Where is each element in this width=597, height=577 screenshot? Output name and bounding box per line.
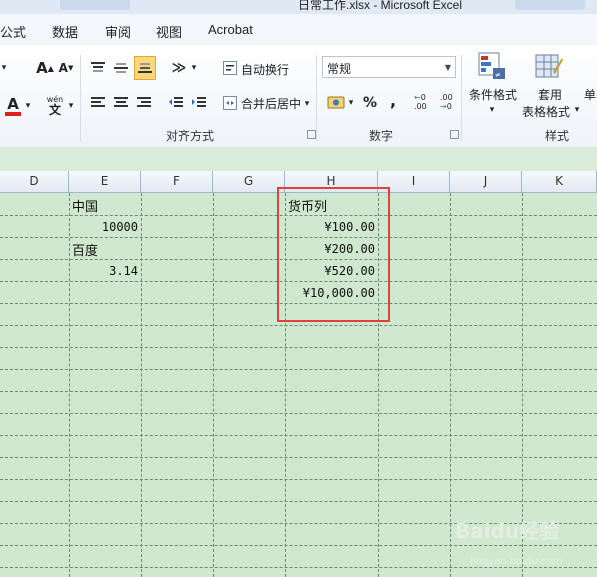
- increase-indent-icon[interactable]: [189, 93, 209, 113]
- row-gridline: [0, 391, 597, 392]
- conditional-format-dropdown-icon[interactable]: ▾: [487, 103, 497, 117]
- chevron-down-icon: ▼: [444, 63, 451, 72]
- inactive-window-tab: [515, 0, 585, 10]
- align-left-icon[interactable]: [88, 93, 108, 113]
- format-as-table-icon[interactable]: [534, 51, 564, 81]
- decrease-indent-icon[interactable]: [166, 93, 186, 113]
- ribbon-tabs: 公式 数据 审阅 视图 Acrobat: [0, 14, 597, 46]
- alignment-dialog-launcher-icon[interactable]: [307, 130, 316, 139]
- tab-review[interactable]: 审阅: [105, 22, 131, 41]
- decrease-decimal-button[interactable]: .00 →0: [440, 93, 460, 115]
- align-top-icon[interactable]: [88, 58, 108, 78]
- row-gridline: [0, 457, 597, 458]
- cell-styles-button[interactable]: 单: [584, 86, 596, 103]
- column-header-g[interactable]: G: [213, 171, 285, 193]
- phonetic-dropdown-icon[interactable]: ▾: [66, 97, 76, 115]
- row-gridline: [0, 325, 597, 326]
- format-as-table-button[interactable]: 表格格式: [522, 103, 570, 120]
- cell-e2[interactable]: 10000: [69, 220, 138, 234]
- orientation-icon[interactable]: ≫: [168, 58, 190, 78]
- row-gridline: [0, 567, 597, 568]
- cell-e1[interactable]: 中国: [72, 196, 98, 215]
- svg-text:≠: ≠: [495, 71, 501, 79]
- merge-center-dropdown-icon[interactable]: ▾: [303, 97, 311, 111]
- formula-bar[interactable]: [0, 147, 597, 172]
- increase-decimal-button[interactable]: ←0.00: [414, 93, 434, 115]
- row-gridline: [0, 413, 597, 414]
- cell-e4[interactable]: 3.14: [69, 264, 138, 278]
- conditional-format-button[interactable]: 条件格式: [469, 86, 517, 103]
- accounting-dropdown-icon[interactable]: ▾: [347, 96, 355, 110]
- decrease-decimal-text: .00: [440, 93, 453, 102]
- group-separator: [80, 55, 81, 141]
- window-title: 日常工作.xlsx - Microsoft Excel: [298, 0, 463, 12]
- row-gridline: [0, 435, 597, 436]
- tab-acrobat[interactable]: Acrobat: [208, 22, 253, 37]
- align-center-icon[interactable]: [111, 93, 131, 113]
- merge-center-icon[interactable]: [222, 95, 238, 111]
- phonetic-guide-icon[interactable]: wén 文: [44, 93, 66, 117]
- alignment-group-label: 对齐方式: [166, 129, 215, 143]
- row-gridline: [0, 369, 597, 370]
- tab-data[interactable]: 数据: [52, 22, 78, 41]
- styles-group-label: 样式: [545, 129, 570, 143]
- tab-view[interactable]: 视图: [156, 22, 182, 41]
- column-header-f[interactable]: F: [141, 171, 213, 193]
- column-gridline: [69, 193, 70, 577]
- group-separator: [461, 55, 462, 141]
- percent-style-button[interactable]: %: [363, 95, 377, 111]
- number-format-dropdown[interactable]: 常规 ▼: [322, 56, 456, 78]
- column-gridline: [450, 193, 451, 577]
- increase-decimal-text: .00: [414, 102, 427, 111]
- highlight-box: [277, 187, 390, 322]
- number-group-label: 数字: [369, 129, 394, 143]
- font-color-icon[interactable]: A: [3, 95, 23, 117]
- wrap-text-button[interactable]: 自动换行: [241, 61, 289, 78]
- orientation-dropdown-icon[interactable]: ▾: [190, 60, 198, 76]
- group-separator: [316, 55, 317, 141]
- column-header-j[interactable]: J: [450, 171, 522, 193]
- row-gridline: [0, 501, 597, 502]
- number-format-value: 常规: [327, 62, 352, 76]
- format-as-table-label-1[interactable]: 套用: [538, 86, 562, 103]
- number-dialog-launcher-icon[interactable]: [450, 130, 459, 139]
- ribbon: ▾ A ▲ A ▼ A ▾ wén 文 ▾ ≫ ▾ 自动换行 合并后居中 ▾ 对…: [0, 45, 597, 148]
- column-header-k[interactable]: K: [522, 171, 597, 193]
- column-gridline: [141, 193, 142, 577]
- column-gridline: [213, 193, 214, 577]
- column-header-e[interactable]: E: [69, 171, 141, 193]
- conditional-format-icon[interactable]: ≠: [477, 51, 507, 81]
- wrap-text-icon[interactable]: [222, 60, 238, 76]
- align-right-icon[interactable]: [134, 93, 154, 113]
- tab-formulas[interactable]: 公式: [0, 22, 26, 41]
- inactive-window-tab: [60, 0, 130, 10]
- align-bottom-icon[interactable]: [134, 56, 156, 80]
- column-header-d[interactable]: D: [0, 171, 69, 193]
- merge-center-button[interactable]: 合并后居中: [241, 95, 301, 112]
- grow-font-icon[interactable]: A ▲: [36, 59, 54, 77]
- comma-style-button[interactable]: ,: [390, 91, 396, 110]
- watermark-logo: Baidu经验: [455, 519, 560, 543]
- accounting-format-icon[interactable]: [326, 94, 346, 112]
- font-color-dropdown-icon[interactable]: ▾: [23, 97, 33, 115]
- title-bar: 日常工作.xlsx - Microsoft Excel: [0, 0, 597, 14]
- watermark-url: jingyan.baidu.com: [470, 556, 563, 567]
- row-gridline: [0, 347, 597, 348]
- row-gridline: [0, 479, 597, 480]
- font-size-dropdown[interactable]: ▾: [0, 59, 8, 77]
- format-as-table-dropdown-icon[interactable]: ▾: [572, 103, 582, 117]
- cell-e3[interactable]: 百度: [72, 240, 98, 259]
- shrink-font-icon[interactable]: A ▼: [58, 59, 74, 77]
- row-gridline: [0, 545, 597, 546]
- align-middle-icon[interactable]: [111, 58, 131, 78]
